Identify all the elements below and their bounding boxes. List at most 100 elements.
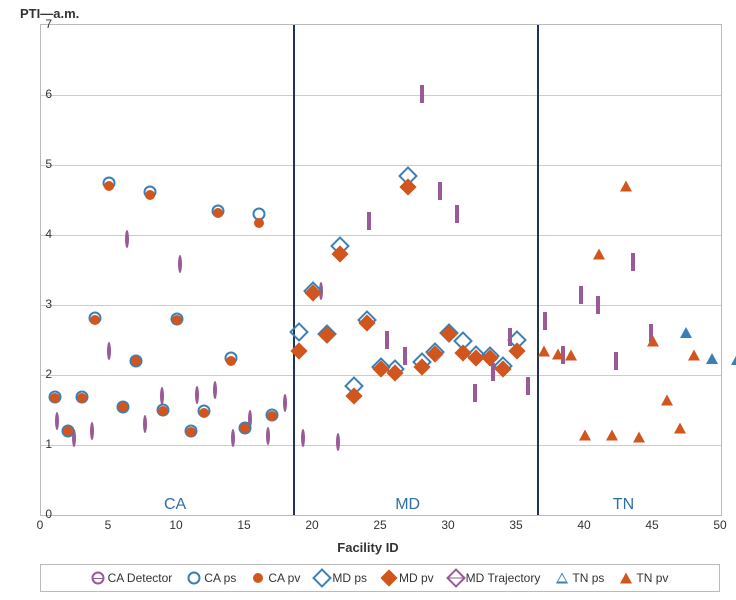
data-point: [63, 426, 73, 436]
gridline: [41, 445, 721, 446]
x-tick-label: 30: [438, 518, 458, 532]
data-point: [118, 402, 128, 412]
data-point: [526, 377, 530, 395]
data-point: [680, 313, 692, 338]
data-point: [543, 312, 547, 330]
data-point: [266, 427, 270, 445]
data-point: [420, 85, 424, 103]
data-point: [606, 429, 618, 440]
data-point: [199, 408, 209, 418]
data-point: [254, 218, 264, 228]
x-tick-label: 25: [370, 518, 390, 532]
data-point: [688, 350, 700, 361]
y-tick-label: 7: [32, 17, 52, 31]
data-point: [226, 356, 236, 366]
region-label: CA: [164, 496, 186, 514]
y-tick-label: 1: [32, 437, 52, 451]
data-point: [104, 181, 114, 191]
data-point: [160, 387, 164, 405]
legend: CA Detector CA ps CA pv MD ps MD pv MD Trajec…: [40, 564, 720, 592]
data-point: [283, 394, 287, 412]
data-point: [565, 350, 577, 361]
data-point: [593, 248, 605, 259]
legend-label: CA pv: [268, 571, 300, 585]
data-point: [647, 336, 659, 347]
legend-marker-icon: [383, 572, 395, 584]
legend-label: TN ps: [572, 571, 604, 585]
y-tick-label: 3: [32, 297, 52, 311]
x-tick-label: 20: [302, 518, 322, 532]
legend-marker-icon: [188, 572, 200, 584]
data-point: [508, 328, 512, 346]
legend-item: TN pv: [620, 571, 668, 585]
legend-marker-icon: [620, 572, 632, 584]
y-tick-label: 5: [32, 157, 52, 171]
data-point: [90, 422, 94, 440]
data-point: [438, 182, 442, 200]
x-tick-label: 45: [642, 518, 662, 532]
data-point: [538, 345, 550, 356]
x-tick-label: 50: [710, 518, 730, 532]
legend-item: MD ps: [316, 571, 367, 585]
data-point: [336, 433, 340, 451]
chart-container: PTI—a.m. Facility ID CA DetectorCA psCA …: [0, 0, 736, 600]
legend-item: CA Detector: [92, 571, 173, 585]
y-tick-label: 4: [32, 227, 52, 241]
legend-label: CA Detector: [108, 571, 173, 585]
legend-marker-icon: [252, 572, 264, 584]
data-point: [90, 315, 100, 325]
data-point: [552, 349, 564, 360]
data-point: [473, 384, 477, 402]
data-point: [77, 393, 87, 403]
x-tick-label: 15: [234, 518, 254, 532]
data-point: [131, 356, 141, 366]
data-point: [158, 406, 168, 416]
legend-label: TN pv: [636, 571, 668, 585]
data-point: [620, 181, 632, 192]
legend-label: MD Trajectory: [466, 571, 541, 585]
legend-item: TN ps: [556, 571, 604, 585]
data-point: [674, 422, 686, 433]
data-point: [50, 393, 60, 403]
legend-marker-icon: [92, 572, 104, 584]
data-point: [301, 429, 305, 447]
data-point: [596, 296, 600, 314]
plot-area: [40, 24, 722, 516]
legend-label: MD ps: [332, 571, 367, 585]
data-point: [403, 347, 407, 365]
x-tick-label: 10: [166, 518, 186, 532]
data-point: [172, 315, 182, 325]
x-tick-label: 35: [506, 518, 526, 532]
data-point: [107, 342, 111, 360]
data-point: [213, 381, 217, 399]
data-point: [731, 340, 736, 365]
data-point: [455, 205, 459, 223]
x-tick-label: 40: [574, 518, 594, 532]
legend-label: CA ps: [204, 571, 236, 585]
data-point: [240, 423, 250, 433]
data-point: [267, 411, 277, 421]
data-point: [614, 352, 618, 370]
data-point: [491, 363, 495, 381]
data-point: [579, 286, 583, 304]
legend-marker-icon: [450, 572, 462, 584]
data-point: [706, 339, 718, 364]
data-point: [55, 412, 59, 430]
data-point: [631, 253, 635, 271]
data-point: [143, 415, 147, 433]
gridline: [41, 165, 721, 166]
data-point: [178, 255, 182, 273]
data-point: [400, 179, 417, 196]
region-divider: [537, 25, 539, 515]
gridline: [41, 95, 721, 96]
data-point: [195, 386, 199, 404]
y-tick-label: 6: [32, 87, 52, 101]
legend-item: MD pv: [383, 571, 434, 585]
x-tick-label: 0: [30, 518, 50, 532]
data-point: [367, 212, 371, 230]
region-label: TN: [613, 496, 634, 514]
legend-item: CA ps: [188, 571, 236, 585]
legend-item: CA pv: [252, 571, 300, 585]
data-point: [145, 190, 155, 200]
legend-item: MD Trajectory: [450, 571, 541, 585]
